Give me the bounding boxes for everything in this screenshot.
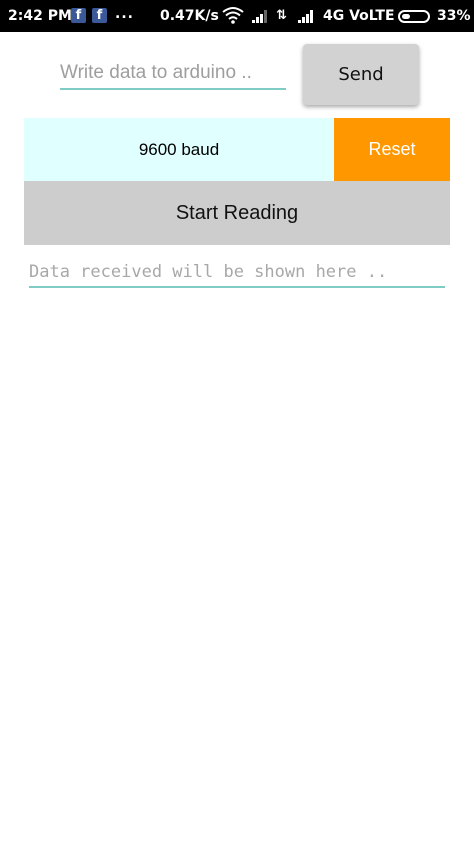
facebook-icon: f bbox=[92, 8, 107, 23]
signal-strength-icon bbox=[298, 10, 313, 23]
battery-percent: 33% bbox=[437, 8, 471, 24]
status-bar: 2:42 PM f f ... 0.47K/s ⇅ 4G VoLTE 33% bbox=[0, 0, 474, 32]
wifi-icon bbox=[222, 7, 244, 24]
facebook-icon: f bbox=[71, 8, 86, 23]
send-button[interactable]: Send bbox=[303, 44, 419, 105]
network-speed: 0.47K/s bbox=[160, 8, 219, 24]
baud-rate-field[interactable]: 9600 baud bbox=[24, 118, 334, 181]
start-reading-button[interactable]: Start Reading bbox=[24, 181, 450, 245]
signal-strength-icon bbox=[252, 10, 267, 23]
write-data-input[interactable] bbox=[60, 58, 286, 90]
more-notifications-indicator: ... bbox=[115, 6, 134, 22]
battery-icon bbox=[398, 10, 430, 23]
status-time: 2:42 PM bbox=[8, 8, 72, 24]
data-transfer-icon: ⇅ bbox=[276, 8, 287, 23]
battery-level-fill bbox=[402, 14, 410, 19]
network-type: 4G VoLTE bbox=[323, 8, 395, 24]
reset-button[interactable]: Reset bbox=[334, 118, 450, 181]
received-data-field[interactable]: Data received will be shown here .. bbox=[29, 258, 445, 288]
